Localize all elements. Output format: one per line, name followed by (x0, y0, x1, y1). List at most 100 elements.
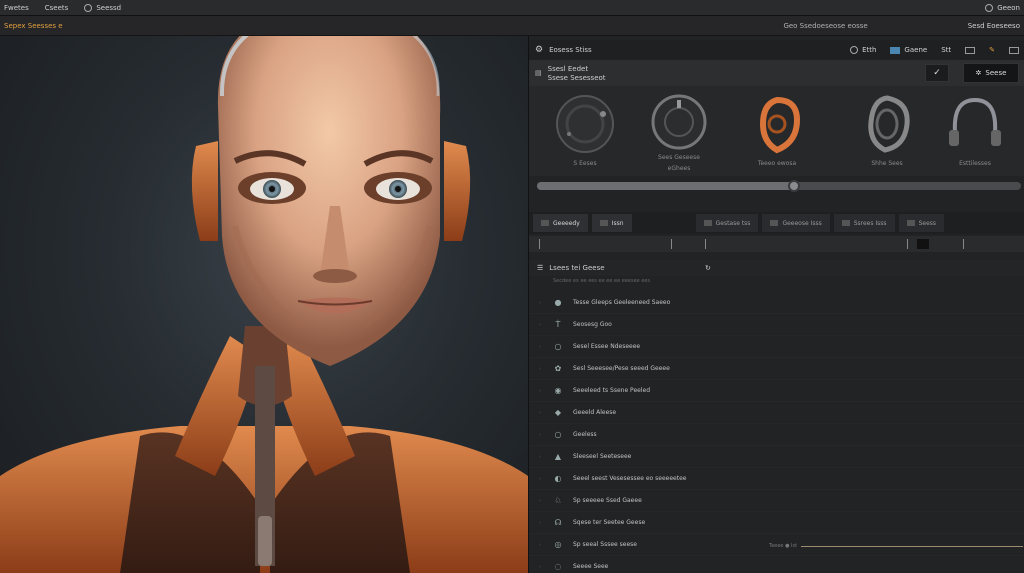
tab-2[interactable]: Issn (591, 214, 632, 232)
blend-slider-fill (537, 182, 794, 190)
blend-slider-knob[interactable] (787, 180, 800, 192)
timeline-tick (963, 239, 964, 249)
globe-icon (770, 220, 779, 226)
timeline-tick (907, 239, 908, 249)
list-item[interactable]: › ◉ Seeeleed ts Ssene Peeled (529, 380, 1024, 402)
tool-grid[interactable] (965, 46, 976, 54)
list-item-icon: ● (554, 298, 562, 307)
list-item-index: › (539, 497, 541, 504)
ear-piece-grey-icon (868, 95, 910, 153)
tool-edit-label: Etth (862, 46, 877, 54)
list-item-icon: ♘ (554, 496, 562, 505)
timeline-tick (539, 239, 540, 249)
list-item-icon: Ṫ (555, 320, 561, 329)
mode-label[interactable]: Sesd Eoeseeso (968, 22, 1020, 30)
thumb-4-caption: Shhe Sees (871, 160, 903, 167)
item-list: › ● Tesse Gleeps Geeleeneed Saeeo › Ṫ Seosesg… (529, 292, 1024, 573)
panel-header: ⚙ Eosess Stiss Etth Gaene Stt ✎ (529, 40, 1024, 60)
tab-3[interactable]: Gestase tss (695, 214, 759, 232)
list-item-index: › (539, 431, 541, 438)
thumb-2[interactable]: Sees Geseese eGhees (639, 92, 719, 172)
folder-icon (541, 220, 549, 226)
gear-icon (84, 3, 93, 12)
list-item[interactable]: › ♘ Sp seeeee Ssed Gaeee (529, 490, 1024, 512)
list-item[interactable]: › ○ Sesel Essee Ndeseeee (529, 336, 1024, 358)
list-item-icon: ◎ (554, 540, 562, 549)
tab-1[interactable]: Geeeedy (533, 214, 588, 232)
timeline-marker[interactable] (917, 239, 929, 249)
project-label[interactable]: Sepex Seesses e (4, 22, 63, 30)
tab-5[interactable]: Ssrees Isss (833, 214, 895, 232)
tab-4-label: Geeeose Isss (782, 219, 822, 227)
refresh-icon[interactable]: ↻ (705, 264, 711, 272)
menu-item-3: Seessd (96, 3, 122, 12)
tag-icon (703, 220, 712, 226)
list-item[interactable]: › ◐ Seeel seest Vesesessee eo seeeeetee (529, 468, 1024, 490)
tool-layout[interactable] (1009, 46, 1019, 54)
thumb-3[interactable]: Teeeo ewosa (737, 92, 817, 172)
tool-game-label: Gaene (904, 46, 928, 54)
tab-6[interactable]: Seess (898, 214, 945, 232)
value-track-label: Teeee ● Ist (769, 543, 798, 549)
tool-game[interactable]: Gaene (890, 46, 927, 54)
list-item-icon: ✿ (554, 364, 562, 373)
list-item-index: › (539, 475, 541, 482)
tab-3-label: Gestase tss (715, 219, 751, 227)
list-item-label: Sp seeal Sssee seese (573, 541, 637, 548)
tab-2-label: Issn (611, 219, 624, 227)
menu-item-2[interactable]: Cseets (45, 4, 69, 12)
list-item-icon: ◐ (554, 474, 562, 483)
tool-edit[interactable]: Etth (850, 46, 876, 54)
list-item-label: Sp seeeee Ssed Gaeee (573, 497, 642, 504)
timeline-tick (671, 239, 672, 249)
list-item[interactable]: › ● Tesse Gleeps Geeleeneed Saeeo (529, 292, 1024, 314)
panel-menu-icon[interactable]: ⚙ (535, 45, 543, 55)
account-menu[interactable]: Geeon (985, 3, 1020, 12)
3d-viewport[interactable] (0, 36, 528, 573)
tool-set[interactable]: Stt (941, 46, 951, 54)
tab-1-label: Geeeedy (553, 219, 580, 227)
list-item-label: Seeeleed ts Ssene Peeled (573, 387, 651, 394)
tool-set-label: Stt (941, 46, 952, 54)
list-item[interactable]: › ☊ Sqese ter Seetee Geese (529, 512, 1024, 534)
list-item-index: › (539, 453, 541, 460)
list-item-icon: ◆ (554, 408, 562, 417)
asset-name: Ssesl Eedet (547, 64, 589, 73)
eye-icon (850, 46, 859, 54)
thumb-1-caption: S Eeses (573, 160, 597, 167)
thumb-1[interactable]: S Eeses (545, 92, 625, 172)
thumb-4[interactable]: Shhe Sees (847, 92, 927, 172)
grid-icon (965, 46, 976, 54)
timeline-bar[interactable] (529, 236, 1024, 252)
list-item-label: Tesse Gleeps Geeleeneed Saeeo (573, 299, 671, 306)
list-item[interactable]: › ✿ Sesl Seeesee/Pese seeed Geeee (529, 358, 1024, 380)
list-item-icon: ◌ (554, 562, 562, 571)
tab-4[interactable]: Geeeose Isss (762, 214, 830, 232)
thumb-2-caption2: eGhees (667, 165, 691, 172)
list-item[interactable]: › ○ Geeless (529, 424, 1024, 446)
thumb-5[interactable]: Esttilesses (935, 92, 1015, 172)
list-item-label: Seeel seest Vesesessee eo seeeeetee (573, 475, 687, 482)
list-item[interactable]: › ◌ Seeee Seee (529, 556, 1024, 573)
list-item[interactable]: › ▲ Sleeseel Seeteseee (529, 446, 1024, 468)
properties-panel: ⚙ Eosess Stiss Etth Gaene Stt ✎ ▤ Ssesl … (528, 36, 1024, 573)
list-item[interactable]: › ◆ Geeeld Aleese (529, 402, 1024, 424)
sub-toolbar: Sepex Seesses e Geo Ssedoeseose eosse Se… (0, 16, 1024, 36)
scene-button[interactable]: ✲ Seese (963, 63, 1019, 83)
value-track[interactable]: Teeee ● Ist (769, 542, 1023, 550)
list-item-index: › (539, 321, 541, 328)
list-item[interactable]: › Ṫ Seosesg Goo (529, 314, 1024, 336)
menu-item-3-wrap[interactable]: Seessd (84, 3, 122, 12)
tool-edit2[interactable]: ✎ (989, 46, 995, 54)
box-icon (599, 220, 608, 226)
ring-preset-icon (556, 95, 614, 153)
check-icon[interactable]: ✓ (925, 64, 949, 82)
blend-slider[interactable] (537, 180, 1021, 192)
list-item-index: › (539, 299, 541, 306)
list-item-label: Seosesg Goo (573, 321, 612, 328)
list-item-index: › (539, 365, 541, 372)
list-item-label: Sqese ter Seetee Geese (573, 519, 646, 526)
list-subtitle: Secdee ex ee ees ee ee ee eeesee ees (553, 278, 651, 284)
menu-item-1[interactable]: Fwetes (4, 4, 29, 12)
thumb-2-caption: Sees Geseese (658, 154, 700, 161)
